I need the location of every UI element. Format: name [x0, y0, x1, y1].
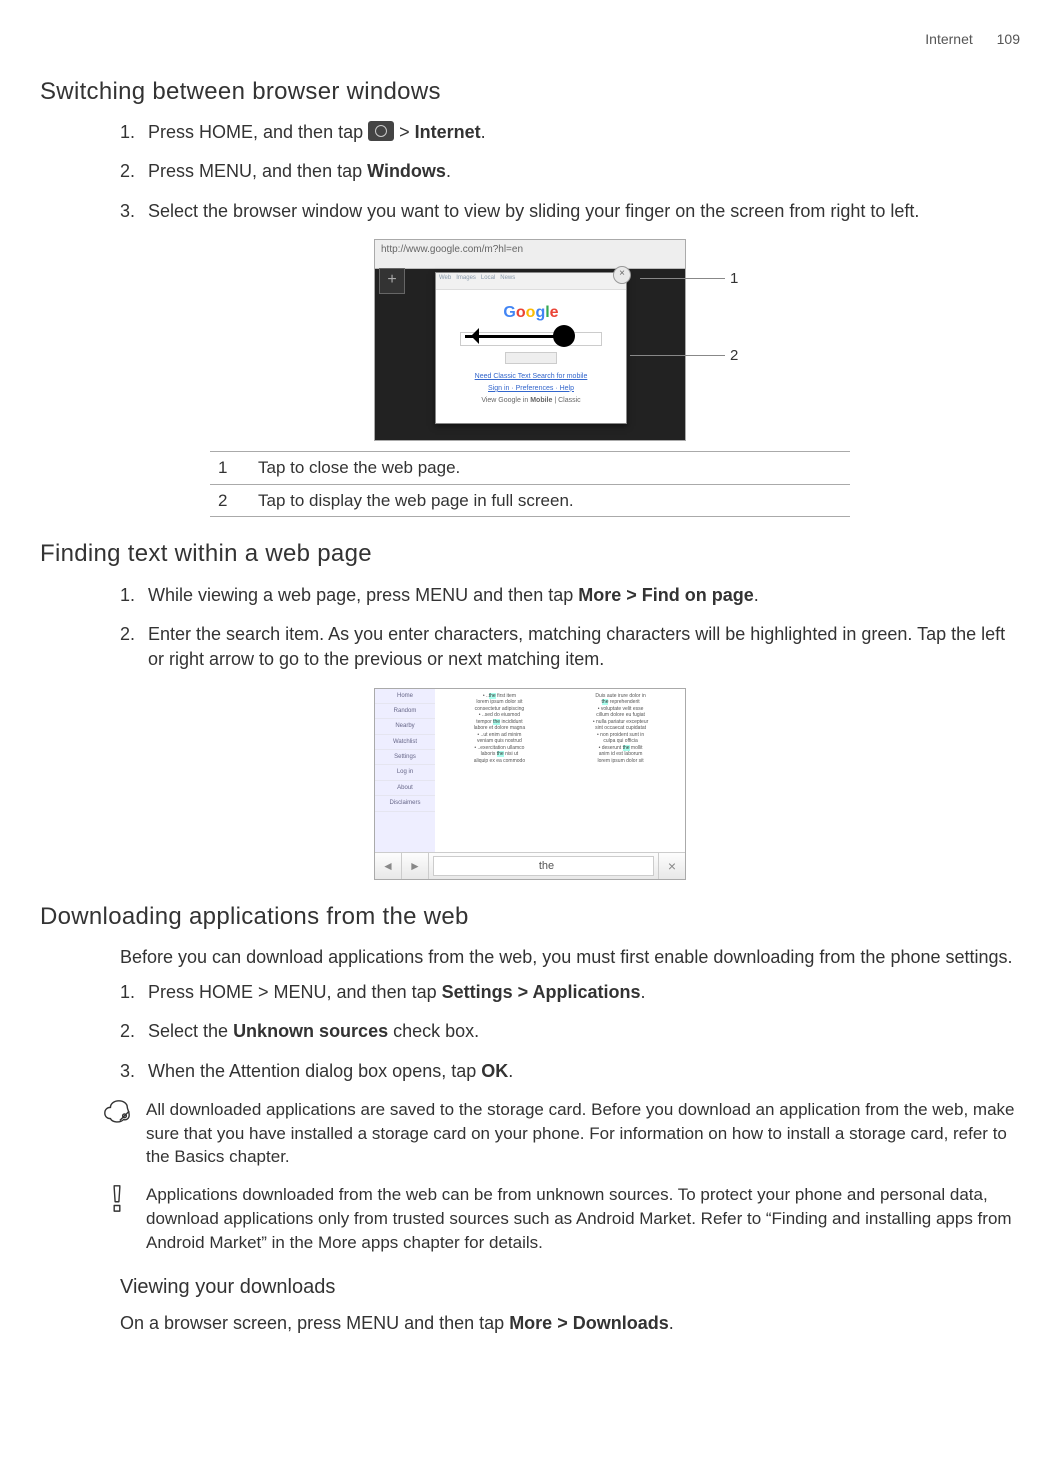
- window-thumbnail: Web Images Local News Google Need Classi…: [435, 272, 627, 424]
- note-text: All downloaded applications are saved to…: [146, 1098, 1020, 1169]
- step-end: .: [641, 982, 646, 1002]
- step-text: Select the browser window you want to vi…: [148, 201, 919, 221]
- step-strong: More > Find on page: [578, 585, 754, 605]
- step-2: 2. Select the Unknown sources check box.: [120, 1019, 1020, 1044]
- note-warning: Applications downloaded from the web can…: [100, 1183, 1020, 1254]
- step-end: check box.: [388, 1021, 479, 1041]
- step-3: 3. Select the browser window you want to…: [120, 199, 1020, 224]
- step-text: Select the: [148, 1021, 233, 1041]
- step-strong: OK: [481, 1061, 508, 1081]
- wiki-sidebar: HomeRandomNearbyWatchlistSettingsLog inA…: [375, 689, 436, 853]
- step-number: 3.: [120, 1059, 135, 1084]
- end: .: [669, 1313, 674, 1333]
- find-close-icon: ×: [658, 853, 685, 879]
- section-title-downloading: Downloading applications from the web: [40, 900, 1020, 934]
- step-1: 1. While viewing a web page, press MENU …: [120, 583, 1020, 608]
- find-next-icon: ►: [402, 853, 429, 879]
- header-section: Internet: [925, 31, 972, 47]
- text: On a browser screen, press MENU and then…: [120, 1313, 509, 1333]
- callout-line-2: [630, 355, 725, 356]
- find-prev-icon: ◄: [375, 853, 402, 879]
- url-bar: http://www.google.com/m?hl=en: [375, 240, 685, 269]
- step-number: 2.: [120, 159, 135, 184]
- step-number: 1.: [120, 583, 135, 608]
- subsection-title-viewing-downloads: Viewing your downloads: [120, 1273, 1020, 1301]
- table-row: 1 Tap to close the web page.: [210, 451, 850, 484]
- step-number: 2.: [120, 622, 135, 647]
- step-text: While viewing a web page, press MENU and…: [148, 585, 578, 605]
- step-text: Press HOME, and then tap: [148, 122, 368, 142]
- callout-table: 1 Tap to close the web page. 2 Tap to di…: [210, 451, 850, 518]
- downloading-intro: Before you can download applications fro…: [120, 945, 1020, 970]
- step-3: 3. When the Attention dialog box opens, …: [120, 1059, 1020, 1084]
- close-icon: ×: [613, 266, 631, 284]
- find-input: the: [433, 856, 654, 876]
- step-end: .: [508, 1061, 513, 1081]
- page-header: Internet 109: [40, 30, 1020, 50]
- viewing-downloads-text: On a browser screen, press MENU and then…: [120, 1311, 1020, 1336]
- table-row: 2 Tap to display the web page in full sc…: [210, 484, 850, 517]
- step-number: 1.: [120, 120, 135, 145]
- wiki-content: • ..the first itemlorem ipsum dolor sitc…: [435, 689, 685, 853]
- figure-find-on-page: HomeRandomNearbyWatchlistSettingsLog inA…: [40, 688, 1020, 880]
- step-1: 1. Press HOME > MENU, and then tap Setti…: [120, 980, 1020, 1005]
- cell-desc: Tap to display the web page in full scre…: [250, 484, 850, 517]
- step-number: 3.: [120, 199, 135, 224]
- section-title-finding: Finding text within a web page: [40, 537, 1020, 571]
- downloading-steps: 1. Press HOME > MENU, and then tap Setti…: [120, 980, 1020, 1084]
- step-2: 2. Enter the search item. As you enter c…: [120, 622, 1020, 672]
- callout-1: 1: [730, 268, 738, 289]
- note-icon: [100, 1098, 134, 1135]
- step-text: When the Attention dialog box opens, tap: [148, 1061, 481, 1081]
- step-text: Press MENU, and then tap: [148, 161, 367, 181]
- cell-num: 2: [210, 484, 250, 517]
- step-strong: Internet: [415, 122, 481, 142]
- find-toolbar: ◄ ► the ×: [375, 852, 685, 879]
- note-storage: All downloaded applications are saved to…: [100, 1098, 1020, 1169]
- note-text: Applications downloaded from the web can…: [146, 1183, 1020, 1254]
- apps-icon: [368, 121, 394, 141]
- step-text: >: [394, 122, 415, 142]
- new-tab-icon: +: [379, 268, 405, 294]
- section-title-switching: Switching between browser windows: [40, 75, 1020, 109]
- warning-icon: [100, 1183, 134, 1220]
- switching-steps: 1. Press HOME, and then tap > Internet. …: [120, 120, 1020, 224]
- step-strong: Windows: [367, 161, 446, 181]
- step-number: 2.: [120, 1019, 135, 1044]
- figure-browser-windows: http://www.google.com/m?hl=en + Web Imag…: [40, 239, 1020, 518]
- step-end: .: [754, 585, 759, 605]
- step-1: 1. Press HOME, and then tap > Internet.: [120, 120, 1020, 145]
- swipe-arrow-icon: [465, 335, 565, 338]
- finding-steps: 1. While viewing a web page, press MENU …: [120, 583, 1020, 673]
- page-number: 109: [997, 31, 1020, 47]
- step-end: .: [446, 161, 451, 181]
- screenshot-find: HomeRandomNearbyWatchlistSettingsLog inA…: [374, 688, 686, 880]
- step-strong: Unknown sources: [233, 1021, 388, 1041]
- step-end: .: [481, 122, 486, 142]
- callout-line-1: [640, 278, 725, 279]
- cell-desc: Tap to close the web page.: [250, 451, 850, 484]
- callout-2: 2: [730, 345, 738, 366]
- step-text: Enter the search item. As you enter char…: [148, 624, 1005, 669]
- strong: More > Downloads: [509, 1313, 669, 1333]
- cell-num: 1: [210, 451, 250, 484]
- step-strong: Settings > Applications: [442, 982, 641, 1002]
- screenshot-windows: http://www.google.com/m?hl=en + Web Imag…: [374, 239, 686, 441]
- step-2: 2. Press MENU, and then tap Windows.: [120, 159, 1020, 184]
- step-text: Press HOME > MENU, and then tap: [148, 982, 442, 1002]
- step-number: 1.: [120, 980, 135, 1005]
